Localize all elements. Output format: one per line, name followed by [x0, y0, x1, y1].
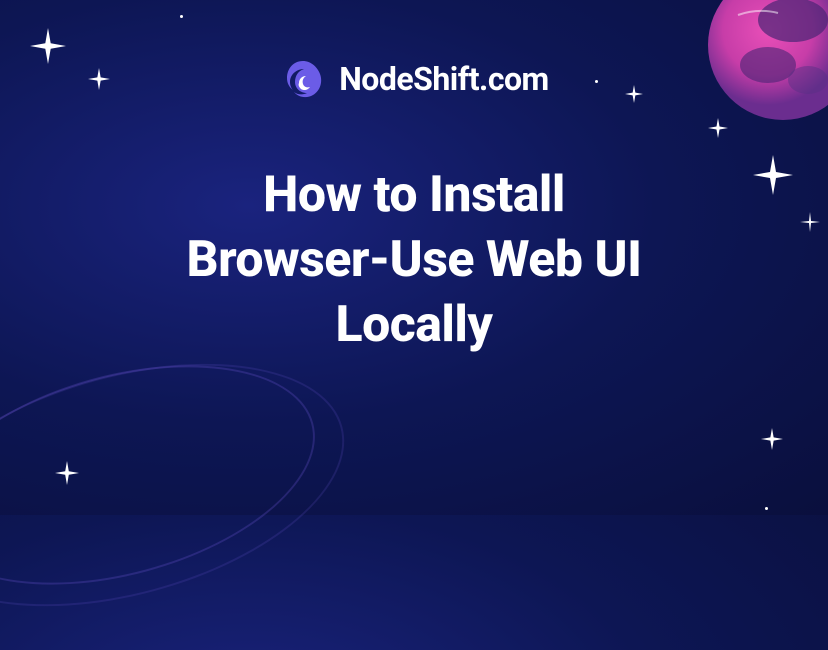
dot-decoration — [595, 80, 598, 83]
brand-name: NodeShift.com — [339, 60, 549, 98]
star-icon — [753, 155, 793, 195]
title-line-3: Locally — [100, 293, 728, 358]
dot-decoration — [180, 15, 183, 18]
star-icon — [800, 212, 820, 232]
star-icon — [708, 118, 728, 138]
star-icon — [761, 428, 783, 450]
swoosh-decoration — [0, 321, 371, 650]
star-icon — [88, 68, 110, 90]
dot-decoration — [765, 507, 768, 510]
nodeshift-logo-icon — [279, 55, 327, 103]
star-icon — [30, 28, 66, 64]
star-icon — [625, 85, 643, 103]
planet-decoration — [698, 0, 828, 130]
page-title: How to Install Browser-Use Web UI Locall… — [0, 163, 828, 358]
title-line-1: How to Install — [100, 163, 728, 228]
title-line-2: Browser-Use Web UI — [100, 228, 728, 293]
